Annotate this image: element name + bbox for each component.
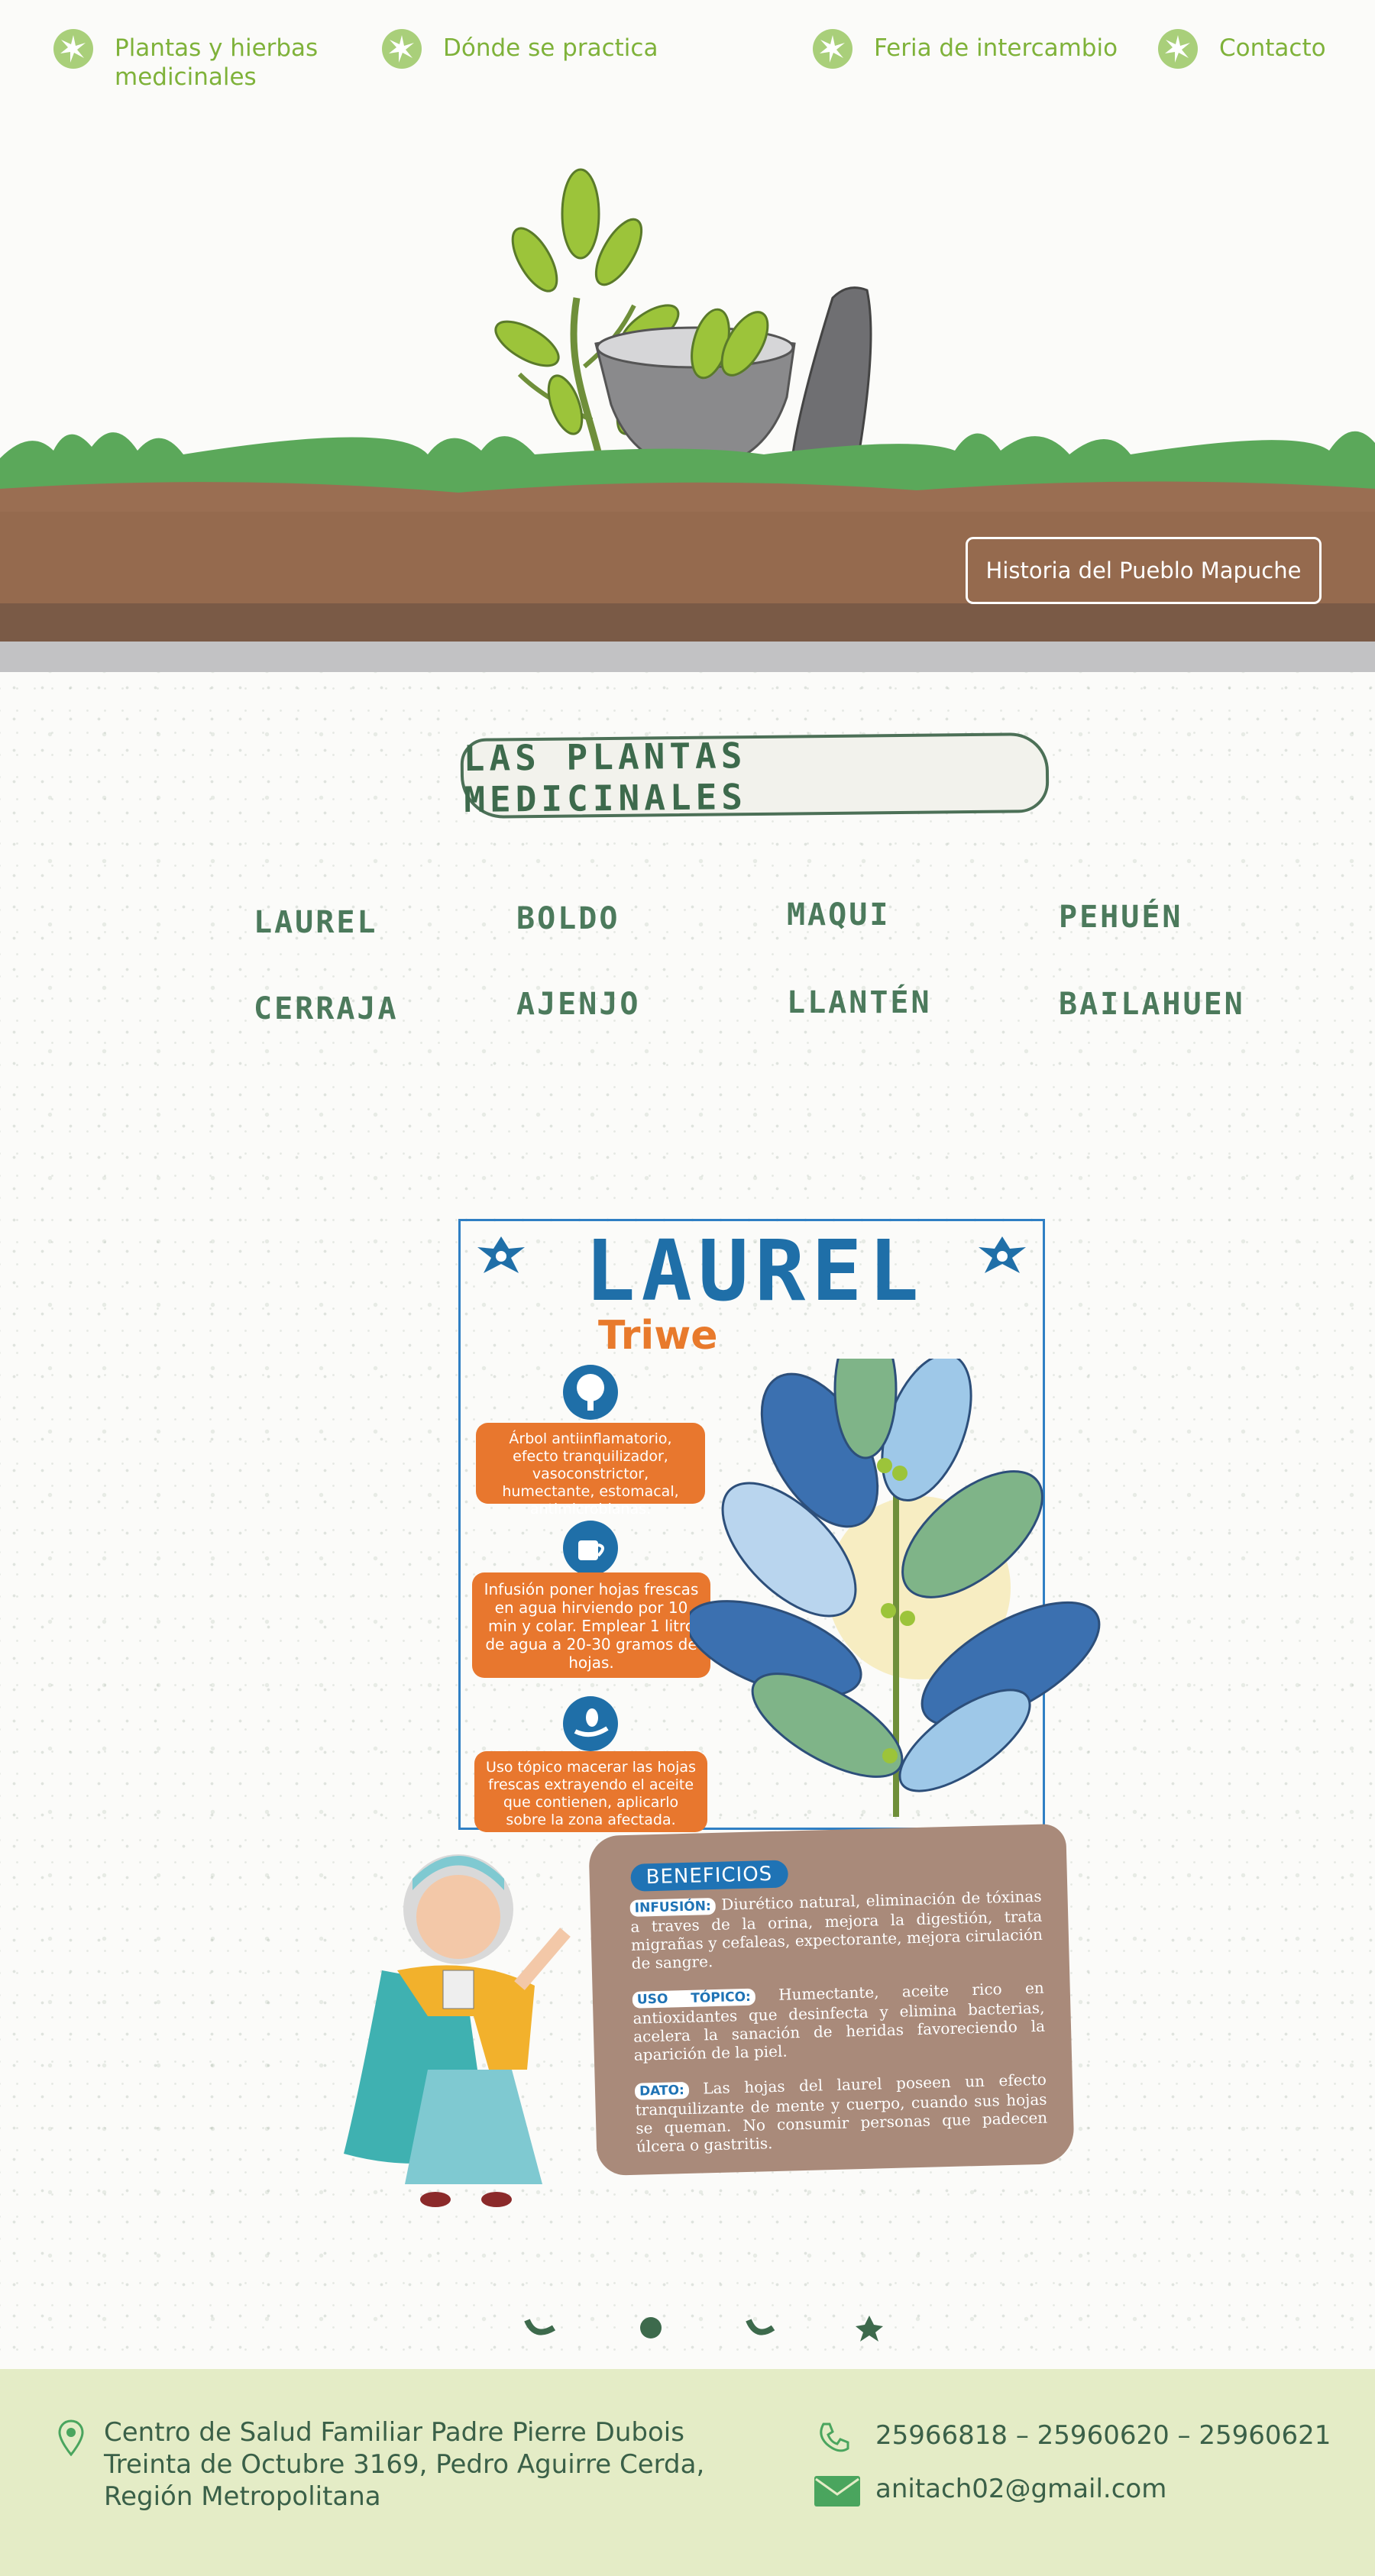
address-line: Región Metropolitana (104, 2481, 381, 2512)
plant-link-laurel[interactable]: Laurel (254, 905, 378, 940)
plant-link-llanten[interactable]: Llantén (787, 985, 932, 1020)
bird-icon (477, 1236, 525, 1273)
location-pin-icon (58, 2419, 84, 2456)
plant-link-ajenjo[interactable]: Ajenjo (516, 987, 641, 1022)
spiral-ornament (640, 2317, 662, 2338)
benefit-tag: USO TÓPICO: (632, 1988, 756, 2009)
bird-icon (979, 1236, 1026, 1273)
plant-link-pehuen[interactable]: Pehuén (1059, 900, 1183, 935)
card-subtitle: Triwe (598, 1313, 718, 1359)
nav-label: Plantas y hierbas (115, 34, 319, 62)
info-box-infusion: Infusión poner hojas frescas en agua hir… (472, 1572, 710, 1678)
nav-label-line2: medicinales (115, 63, 257, 91)
benefit-tag: DATO: (634, 2081, 690, 2100)
benefit-dato: DATO: Las hojas del laurel poseen un efe… (634, 2070, 1048, 2156)
mail-icon (814, 2476, 860, 2507)
nav-item-donde[interactable]: Dónde se practica (380, 27, 658, 70)
footer-email[interactable]: anitach02@gmail.com (875, 2473, 1166, 2505)
nav-label: Feria de intercambio (874, 34, 1118, 62)
footer-address: Centro de Salud Familiar Padre Pierre Du… (104, 2416, 704, 2513)
card-title: LAUREL (584, 1222, 925, 1320)
hero-banner: Historia del Pueblo Mapuche (0, 115, 1375, 672)
nav-item-feria[interactable]: Feria de intercambio (811, 27, 1118, 70)
phone-icon (820, 2422, 849, 2452)
benefit-tag: INFUSIÓN: (629, 1897, 717, 1917)
benefit-text: Las hojas del laurel poseen un efecto tr… (635, 2070, 1048, 2156)
benefits-panel: BENEFICIOS INFUSIÓN: Diurético natural, … (588, 1823, 1075, 2177)
moon-ornament (524, 2319, 556, 2335)
footer: Centro de Salud Familiar Padre Pierre Du… (0, 2369, 1375, 2576)
leaf-badge-icon (382, 29, 422, 69)
nav-label: Contacto (1219, 34, 1326, 62)
moon-ornament (746, 2319, 775, 2335)
plant-link-bailahuen[interactable]: Bailahuen (1059, 987, 1245, 1022)
footer-phones[interactable]: 25966818 – 25960620 – 25960621 (875, 2419, 1331, 2452)
plant-link-cerraja[interactable]: Cerraja (254, 991, 399, 1026)
top-navigation: Plantas y hierbas medicinales Dónde se pr… (0, 0, 1375, 115)
benefit-infusion: INFUSIÓN: Diurético natural, eliminación… (629, 1887, 1043, 1973)
nav-item-contacto[interactable]: Contacto (1157, 27, 1326, 70)
nav-item-plantas[interactable]: Plantas y hierbas medicinales (52, 27, 318, 92)
plant-link-maqui[interactable]: Maqui (787, 897, 890, 932)
cup-icon (563, 1521, 618, 1576)
laurel-card: LAUREL Triwe Árbol antiinflamatorio, efe… (458, 1219, 1101, 1832)
info-box-properties: Árbol antiinflamatorio, efecto tranquili… (476, 1423, 705, 1517)
leaf-badge-icon (53, 29, 93, 69)
leaf-badge-icon (1158, 29, 1198, 69)
benefit-topico: USO TÓPICO: Humectante, aceite rico en a… (632, 1979, 1046, 2064)
plant-link-boldo[interactable]: Boldo (516, 901, 620, 936)
decorative-ornaments (524, 2316, 883, 2342)
address-line: Treinta de Octubre 3169, Pedro Aguirre C… (104, 2449, 705, 2480)
hand-plant-icon (563, 1696, 618, 1751)
section-title: Las plantas medicinales (460, 732, 1050, 819)
historia-button[interactable]: Historia del Pueblo Mapuche (966, 537, 1322, 604)
tree-icon (563, 1365, 618, 1420)
leaf-badge-icon (813, 29, 852, 69)
laurel-plant-illustration (690, 1359, 1101, 1817)
machi-character-illustration (344, 1854, 571, 2207)
address-line: Centro de Salud Familiar Padre Pierre Du… (104, 2417, 684, 2448)
nav-label: Dónde se practica (443, 34, 658, 62)
star-ornament (856, 2316, 883, 2342)
benefits-title: BENEFICIOS (630, 1860, 788, 1892)
